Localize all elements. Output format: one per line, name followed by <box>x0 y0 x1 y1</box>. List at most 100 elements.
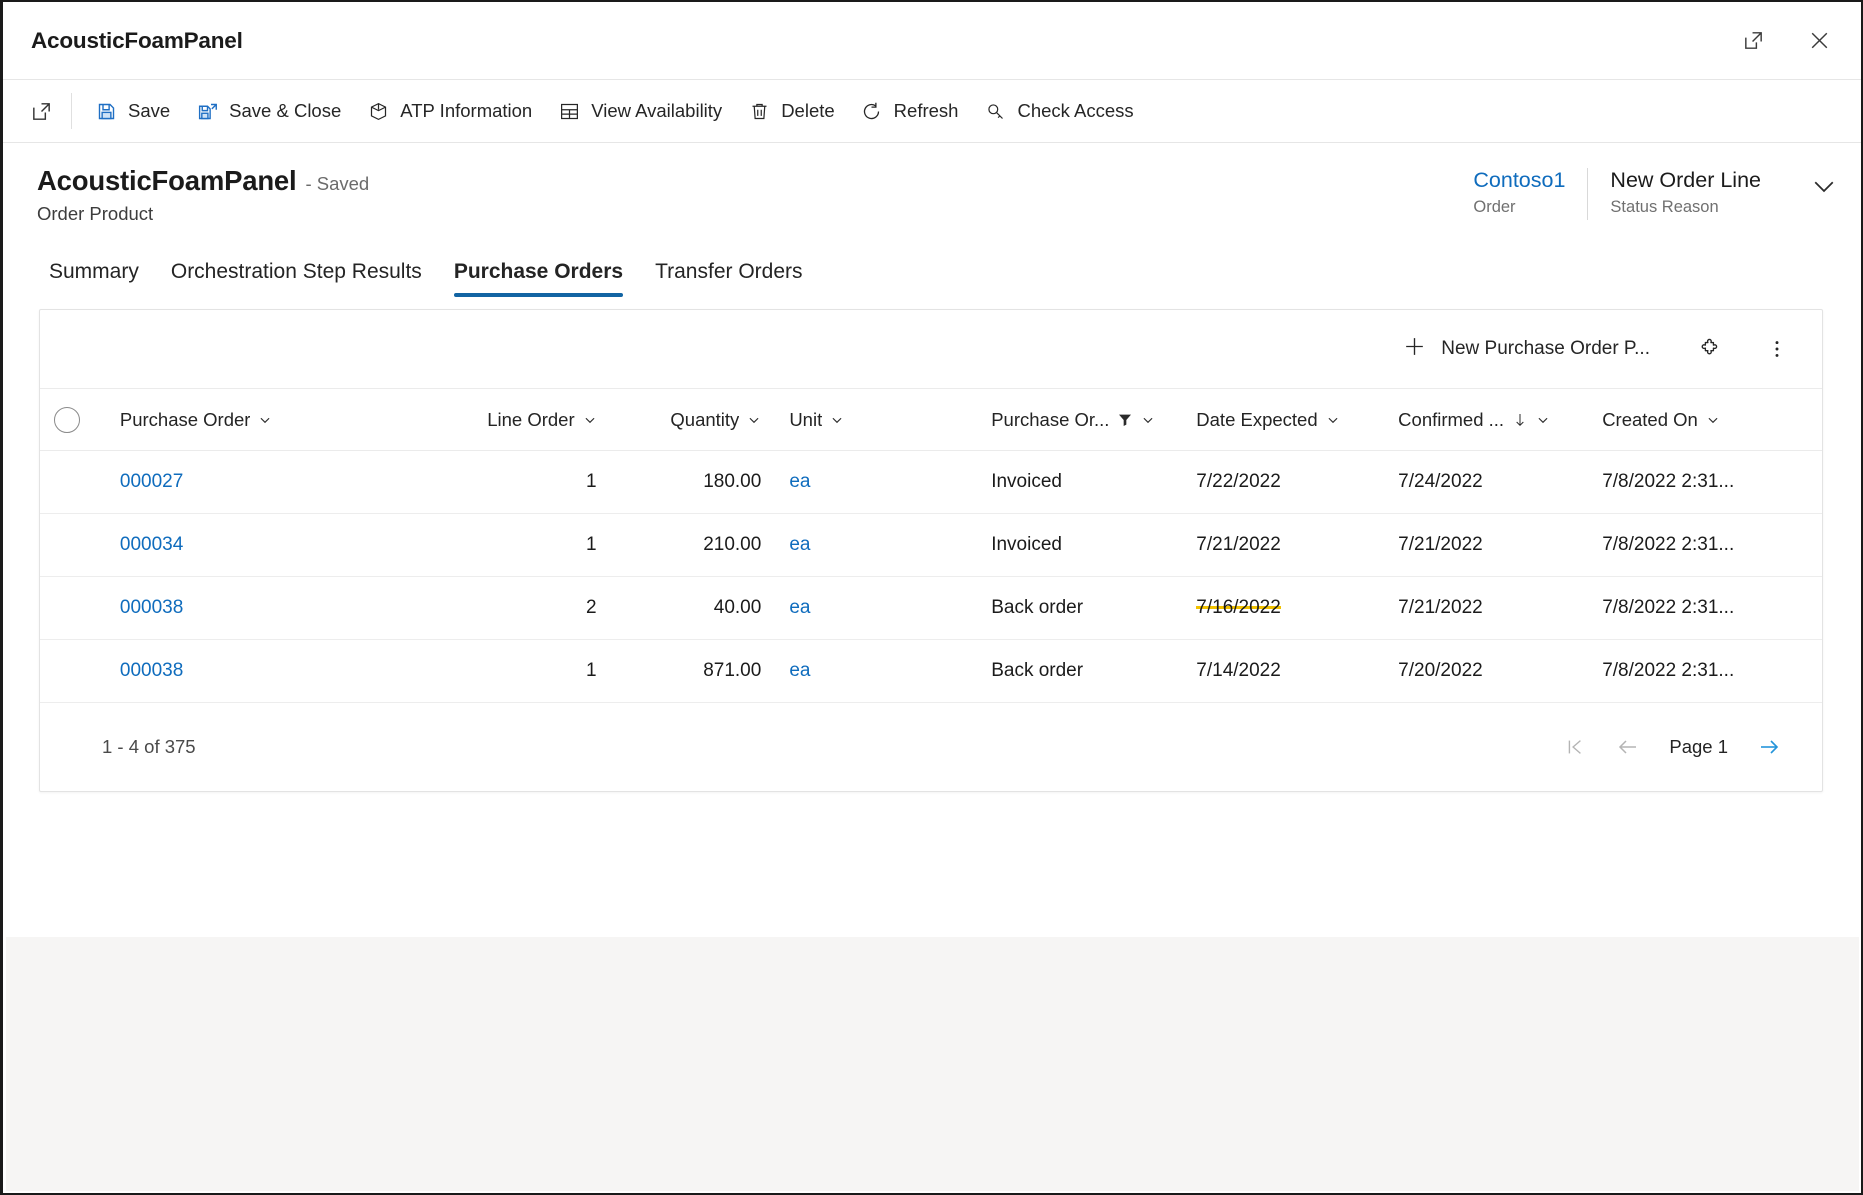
table-header-row: Purchase Order Line Order <box>40 389 1822 451</box>
atp-information-label: ATP Information <box>400 100 532 122</box>
view-availability-button[interactable]: View Availability <box>545 89 735 133</box>
table-header: Purchase Order Line Order <box>40 389 1822 451</box>
cell-unit: ea <box>775 451 977 514</box>
cell-confirmed: 7/21/2022 <box>1384 577 1588 640</box>
command-bar: Save Save & Close <box>3 80 1861 143</box>
order-lookup-link[interactable]: Contoso1 <box>1473 167 1565 194</box>
cell-unit: ea <box>775 577 977 640</box>
table-row[interactable]: 000038 2 40.00 ea Back order 7/16/2022 7… <box>40 577 1822 640</box>
date-expected-highlight: 7/16/2022 <box>1196 597 1281 618</box>
table-row[interactable]: 000034 1 210.00 ea Invoiced 7/21/2022 7/… <box>40 514 1822 577</box>
window-actions <box>1733 21 1839 61</box>
record-title-row: AcousticFoamPanel - Saved <box>37 165 369 197</box>
column-header-purchase-order[interactable]: Purchase Order <box>106 389 425 451</box>
page-number-label: Page 1 <box>1659 736 1738 758</box>
tab-orchestration-step-results-label: Orchestration Step Results <box>171 260 422 283</box>
table-row[interactable]: 000027 1 180.00 ea Invoiced 7/22/2022 7/… <box>40 451 1822 514</box>
purchase-order-link[interactable]: 000038 <box>120 597 183 618</box>
column-header-quantity[interactable]: Quantity <box>611 389 776 451</box>
pagination-controls: Page 1 <box>1551 724 1792 770</box>
chevron-down-icon <box>1536 413 1550 427</box>
column-header-purchase-order-status-label: Purchase Or... <box>991 409 1109 431</box>
filter-icon <box>1117 412 1133 428</box>
tab-summary[interactable]: Summary <box>33 260 155 297</box>
arrow-left-icon[interactable] <box>1605 724 1651 770</box>
save-and-close-button[interactable]: Save & Close <box>183 89 354 133</box>
unit-link[interactable]: ea <box>789 534 810 555</box>
atp-information-button[interactable]: ATP Information <box>354 89 545 133</box>
tab-transfer-orders-label: Transfer Orders <box>655 260 802 283</box>
column-header-date-expected-label: Date Expected <box>1196 409 1317 431</box>
new-purchase-order-product-button[interactable]: New Purchase Order P... <box>1388 326 1664 372</box>
column-header-quantity-label: Quantity <box>670 409 739 431</box>
row-select-cell[interactable] <box>40 577 106 640</box>
save-close-icon <box>196 100 218 122</box>
row-select-cell[interactable] <box>40 451 106 514</box>
box-icon <box>367 100 389 122</box>
cell-date-expected: 7/14/2022 <box>1182 640 1384 703</box>
unit-link[interactable]: ea <box>789 597 810 618</box>
cell-confirmed: 7/21/2022 <box>1384 514 1588 577</box>
record-header-fields: Contoso1 Order New Order Line Status Rea… <box>1473 167 1839 225</box>
purchase-order-link[interactable]: 000034 <box>120 534 183 555</box>
save-button[interactable]: Save <box>82 89 183 133</box>
close-icon[interactable] <box>1799 21 1839 61</box>
cell-line-order: 1 <box>425 514 611 577</box>
cell-purchase-order-status: Invoiced <box>977 514 1182 577</box>
header-field-status-reason: New Order Line Status Reason <box>1588 167 1783 217</box>
tab-purchase-orders-label: Purchase Orders <box>454 260 623 283</box>
row-select-cell[interactable] <box>40 640 106 703</box>
unit-link[interactable]: ea <box>789 471 810 492</box>
check-access-button[interactable]: Check Access <box>971 89 1146 133</box>
page-first-icon[interactable] <box>1551 724 1597 770</box>
purchase-orders-table: Purchase Order Line Order <box>40 388 1822 703</box>
tab-purchase-orders[interactable]: Purchase Orders <box>438 260 639 297</box>
column-header-confirmed-label: Confirmed ... <box>1398 409 1504 431</box>
record-count-label: 1 - 4 of 375 <box>102 736 196 758</box>
delete-button[interactable]: Delete <box>735 89 847 133</box>
column-header-confirmed[interactable]: Confirmed ... <box>1384 389 1588 451</box>
cell-created-on: 7/8/2022 2:31... <box>1588 514 1822 577</box>
purchase-order-link[interactable]: 000038 <box>120 660 183 681</box>
column-header-unit-label: Unit <box>789 409 822 431</box>
column-header-unit[interactable]: Unit <box>775 389 977 451</box>
column-header-date-expected[interactable]: Date Expected <box>1182 389 1384 451</box>
column-header-purchase-order-status[interactable]: Purchase Or... <box>977 389 1182 451</box>
select-all-header <box>40 389 106 451</box>
column-header-created-on[interactable]: Created On <box>1588 389 1822 451</box>
status-reason-value[interactable]: New Order Line <box>1610 167 1761 194</box>
tab-orchestration-step-results[interactable]: Orchestration Step Results <box>155 260 438 297</box>
cell-line-order: 1 <box>425 451 611 514</box>
purchase-order-link[interactable]: 000027 <box>120 471 183 492</box>
puzzle-icon[interactable] <box>1686 326 1732 372</box>
plus-icon <box>1402 334 1427 365</box>
column-header-line-order[interactable]: Line Order <box>425 389 611 451</box>
table-body: 000027 1 180.00 ea Invoiced 7/22/2022 7/… <box>40 451 1822 703</box>
column-header-line-order-label: Line Order <box>487 409 574 431</box>
refresh-icon <box>861 100 883 122</box>
table-row[interactable]: 000038 1 871.00 ea Back order 7/14/2022 … <box>40 640 1822 703</box>
popout-icon[interactable] <box>1733 21 1773 61</box>
arrow-right-icon[interactable] <box>1746 724 1792 770</box>
record-header-left: AcousticFoamPanel - Saved Order Product <box>37 165 369 225</box>
chevron-down-icon <box>583 413 597 427</box>
unit-link[interactable]: ea <box>789 660 810 681</box>
save-and-close-label: Save & Close <box>229 100 341 122</box>
cell-unit: ea <box>775 514 977 577</box>
cell-created-on: 7/8/2022 2:31... <box>1588 577 1822 640</box>
row-select-cell[interactable] <box>40 514 106 577</box>
cell-purchase-order-status: Back order <box>977 640 1182 703</box>
chevron-down-icon[interactable] <box>1809 171 1839 206</box>
more-vertical-icon[interactable] <box>1754 326 1800 372</box>
refresh-button[interactable]: Refresh <box>848 89 972 133</box>
window-title-bar: AcousticFoamPanel <box>3 2 1861 80</box>
header-field-order: Contoso1 Order <box>1473 167 1587 217</box>
tab-transfer-orders[interactable]: Transfer Orders <box>639 260 818 297</box>
cell-line-order: 1 <box>425 640 611 703</box>
cell-quantity: 40.00 <box>611 577 776 640</box>
expand-icon[interactable] <box>15 89 67 133</box>
table-icon <box>558 100 580 122</box>
cell-date-expected: 7/16/2022 <box>1182 577 1384 640</box>
select-all-checkbox[interactable] <box>54 407 80 433</box>
subgrid-command-bar: New Purchase Order P... <box>40 310 1822 388</box>
